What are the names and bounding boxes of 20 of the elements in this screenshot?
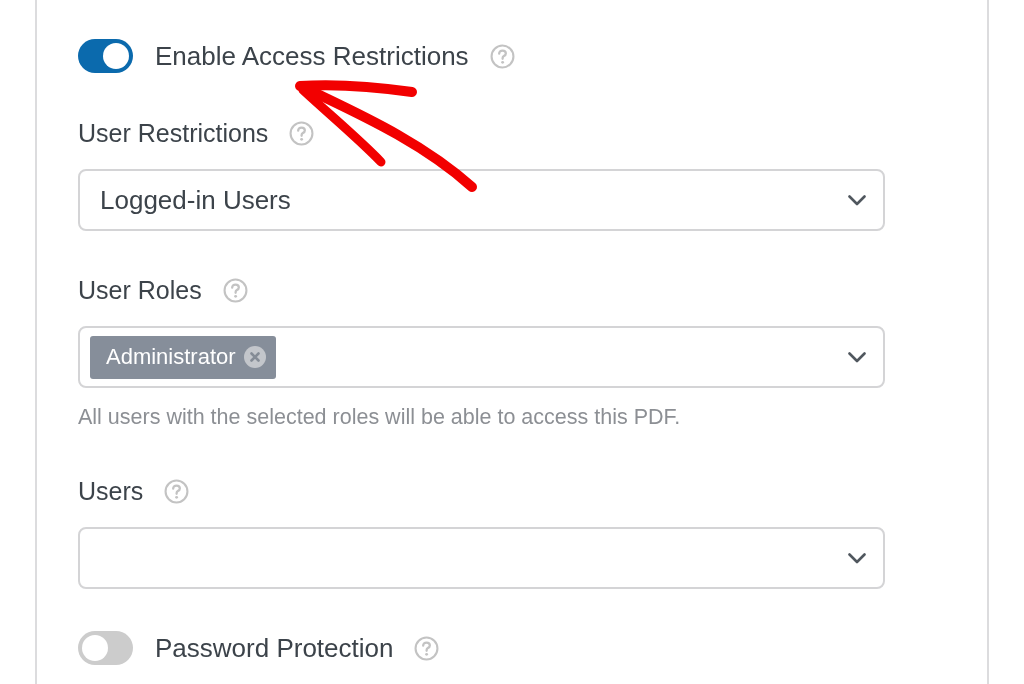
field-label: Users	[78, 476, 144, 506]
help-icon[interactable]	[489, 43, 515, 69]
tag-label: Administrator	[106, 344, 236, 370]
toggle-label: Enable Access Restrictions	[155, 40, 469, 72]
help-icon[interactable]	[164, 478, 190, 504]
chevron-down-icon	[848, 194, 866, 206]
chevron-down-icon	[848, 552, 866, 564]
remove-icon[interactable]	[243, 346, 266, 368]
select-field[interactable]	[78, 527, 885, 589]
help-icon[interactable]	[414, 635, 440, 661]
toggle-switch[interactable]	[78, 39, 133, 73]
field-label: User Roles	[78, 275, 202, 305]
select-field[interactable]: Logged-in Users	[78, 169, 885, 231]
help-icon[interactable]	[222, 277, 248, 303]
toggle-switch[interactable]	[78, 631, 133, 665]
field-label: User Restrictions	[78, 118, 269, 148]
toggle-label: Password Protection	[155, 632, 394, 664]
field-description: All users with the selected roles will be able to access this PDF.	[78, 404, 682, 431]
help-icon[interactable]	[289, 120, 315, 146]
chevron-down-icon	[848, 351, 866, 363]
